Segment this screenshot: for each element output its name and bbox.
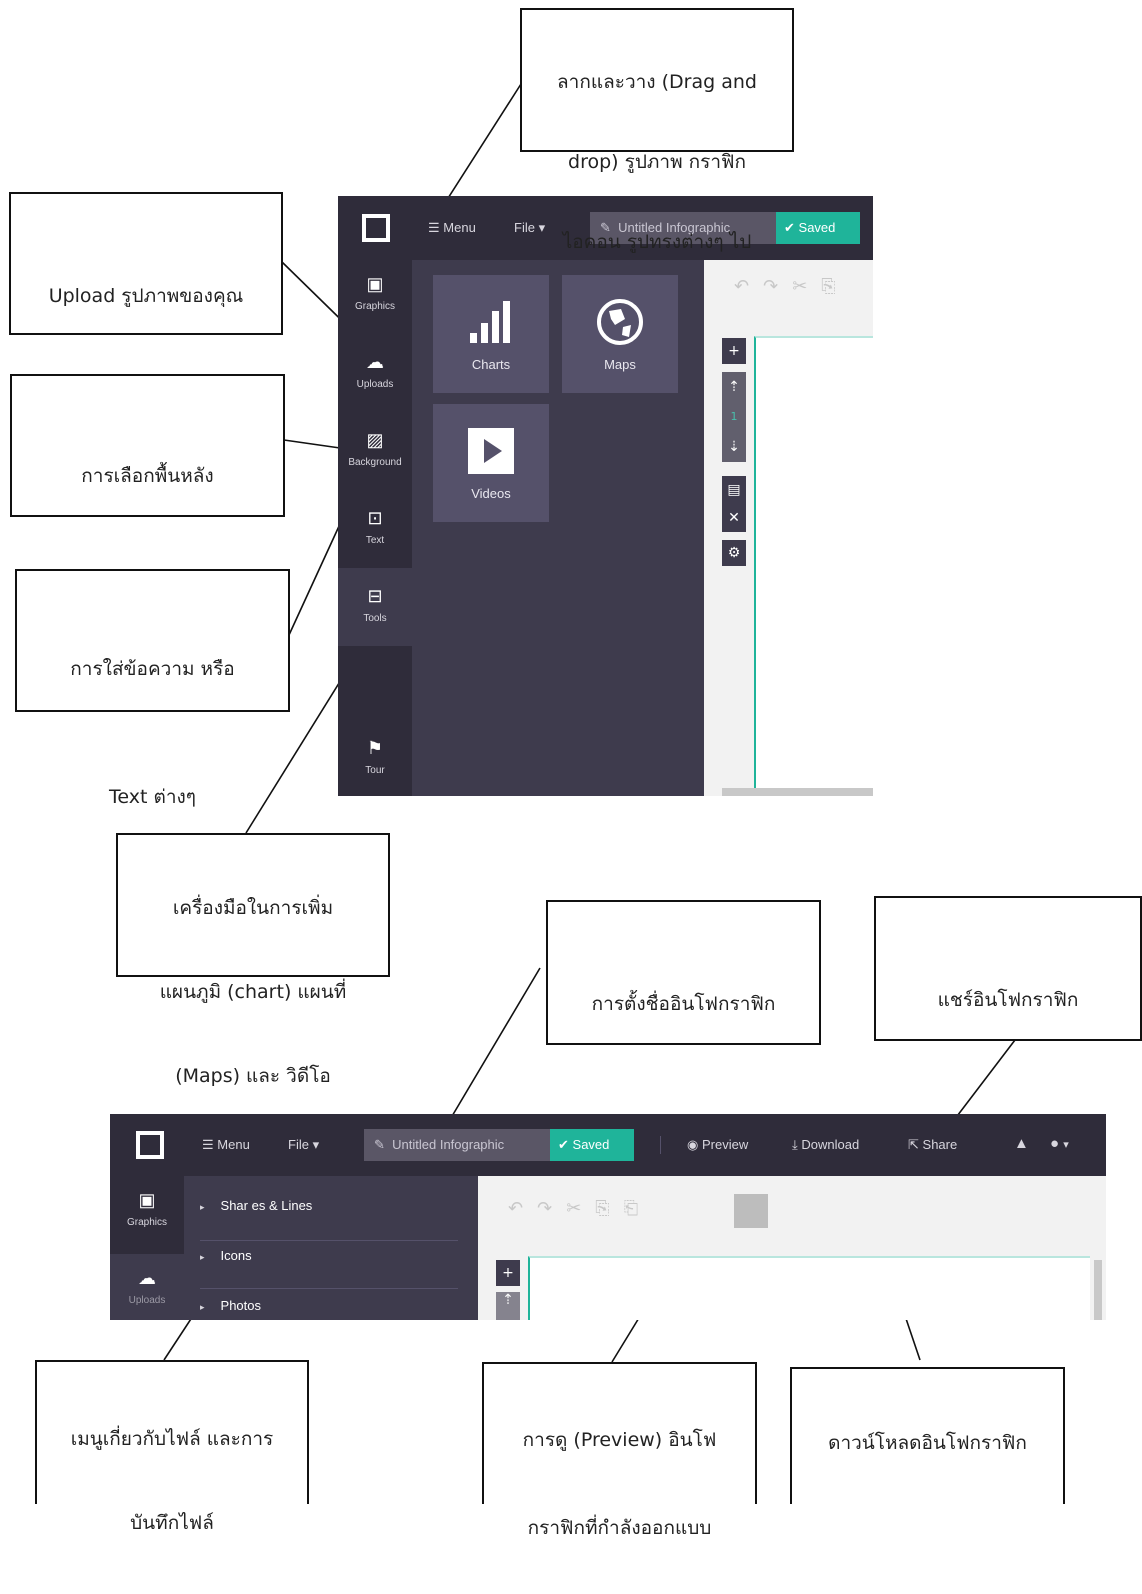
download-button[interactable]: ⤓ Download xyxy=(792,1137,859,1153)
cloud-upload-icon: ☁ xyxy=(366,352,384,372)
infographic-title-input[interactable]: ✎ Untitled Infographic xyxy=(364,1129,550,1161)
sidebar: ▣ Graphics ☁ Uploads xyxy=(110,1176,184,1320)
delete-icon[interactable]: ✕ xyxy=(722,504,746,532)
menu-button[interactable]: ☰ Menu xyxy=(428,220,476,236)
arrow-down-icon[interactable]: ⇣ xyxy=(722,432,746,462)
paste-icon[interactable]: ⎗ xyxy=(624,1198,652,1219)
file-menu-button[interactable]: File ▾ xyxy=(288,1137,319,1153)
share-icon: ⇱ xyxy=(908,1137,919,1152)
signpost-icon: ⚑ xyxy=(366,738,384,758)
callout-file-menu: เมนูเกี่ยวกับไฟล์ และการ บันทึกไฟล์ xyxy=(35,1360,309,1534)
image-icon: ▣ xyxy=(138,1190,156,1210)
user-menu-button[interactable]: ● ▾ xyxy=(1050,1135,1069,1152)
hamburger-icon: ☰ xyxy=(202,1137,214,1152)
add-block-button[interactable]: + xyxy=(496,1260,520,1286)
caret-right-icon: ▸ xyxy=(200,1302,205,1312)
sidebar-item-uploads[interactable]: ☁ Uploads xyxy=(338,352,412,390)
check-icon: ✔ xyxy=(558,1137,569,1152)
sidebar-item-text[interactable]: ⊡ Text xyxy=(338,508,412,546)
cut-icon[interactable]: ✂ xyxy=(792,276,821,297)
pencil-icon: ✎ xyxy=(374,1137,385,1152)
callout-upload: Upload รูปภาพของคุณ xyxy=(9,192,283,335)
panel-row-icons[interactable]: ▸ Icons xyxy=(200,1248,458,1289)
cut-icon[interactable]: ✂ xyxy=(566,1198,595,1219)
callout-download: ดาวน์โหลดอินโฟกราฟิก xyxy=(790,1367,1065,1504)
edit-toolbar: ↶↷✂⎘⎗ xyxy=(508,1198,652,1219)
saved-status-button[interactable]: ✔ Saved xyxy=(550,1129,634,1161)
canvas-page[interactable] xyxy=(528,1256,1090,1320)
notification-bell-icon[interactable]: ▲ xyxy=(1014,1135,1029,1152)
callout-background: การเลือกพื้นหลัง xyxy=(10,374,285,517)
undo-icon[interactable]: ↶ xyxy=(508,1198,537,1219)
hatch-icon: ▨ xyxy=(366,430,384,450)
app-logo-icon xyxy=(362,214,390,242)
preview-button[interactable]: ◉ Preview xyxy=(687,1137,748,1153)
image-icon: ▣ xyxy=(366,274,384,294)
panel-row-photos[interactable]: ▸ Photos xyxy=(200,1298,458,1320)
callout-tools: เครื่องมือในการเพิ่ม แผนภูมิ (chart) แผน… xyxy=(116,833,390,1087)
add-block-button[interactable]: + xyxy=(722,338,746,364)
eye-icon: ◉ xyxy=(687,1137,699,1152)
vertical-scrollbar[interactable] xyxy=(1094,1260,1102,1320)
block-move-controls[interactable]: ⇡ 1 ⇣ xyxy=(722,372,746,462)
sidebar-item-uploads[interactable]: ☁ Uploads xyxy=(110,1254,184,1320)
download-icon: ⤓ xyxy=(792,1137,798,1152)
play-icon xyxy=(433,426,549,486)
saved-status-button[interactable]: ✔ Saved xyxy=(776,212,860,244)
layer-toggle-button[interactable] xyxy=(734,1194,768,1228)
horizontal-scrollbar[interactable] xyxy=(722,788,873,796)
arrow-up-icon[interactable]: ⇡ xyxy=(722,372,746,402)
settings-icon[interactable]: ⚙ xyxy=(722,540,746,566)
callout-preview: การดู (Preview) อินโฟ กราฟิกที่กำลังออกแ… xyxy=(482,1362,757,1539)
sidebar-item-graphics[interactable]: ▣ Graphics xyxy=(110,1190,184,1228)
text-box-icon: ⊡ xyxy=(367,508,383,528)
tile-videos[interactable]: Videos xyxy=(433,404,549,522)
canvas-area: ↶↷✂⎘⎗ + ⇡ xyxy=(478,1176,1106,1320)
sidebar-item-graphics[interactable]: ▣ Graphics xyxy=(338,274,412,312)
chevron-down-icon: ▾ xyxy=(312,1137,320,1152)
editor-screenshot-header: ☰ Menu File ▾ ✎ Untitled Infographic ✔ S… xyxy=(110,1114,1106,1320)
duplicate-icon[interactable]: ▤ xyxy=(722,476,746,504)
user-icon: ● xyxy=(1050,1135,1060,1152)
callout-share: แชร์อินโฟกราฟิก xyxy=(874,896,1142,1041)
menu-button[interactable]: ☰ Menu xyxy=(202,1137,250,1153)
cloud-upload-icon: ☁ xyxy=(138,1268,156,1288)
hamburger-icon: ☰ xyxy=(428,220,440,235)
globe-icon xyxy=(562,297,678,357)
sidebar-item-tour[interactable]: ⚑ Tour xyxy=(338,738,412,776)
sidebar-item-background[interactable]: ▨ Background xyxy=(338,430,412,468)
sidebar: ▣ Graphics ☁ Uploads ▨ Background ⊡ Text ⊟ To… xyxy=(338,260,412,796)
block-actions: ▤ ✕ xyxy=(722,476,746,532)
sidebar-item-tools[interactable]: ⊟ Tools xyxy=(338,568,412,646)
arrow-up-icon[interactable]: ⇡ xyxy=(496,1292,520,1320)
caret-right-icon: ▸ xyxy=(200,1252,205,1262)
check-icon: ✔ xyxy=(784,220,795,235)
share-button[interactable]: ⇱ Share xyxy=(908,1137,957,1153)
chevron-down-icon: ▾ xyxy=(1063,1139,1069,1151)
toolbox-icon: ⊟ xyxy=(367,586,383,606)
callout-naming: การตั้งชื่ออินโฟกราฟิก xyxy=(546,900,821,1045)
block-number: 1 xyxy=(730,410,738,423)
callout-drag-drop: ลากและวาง (Drag and drop) รูปภาพ กราฟิก … xyxy=(520,8,794,253)
divider xyxy=(660,1136,661,1154)
copy-icon[interactable]: ⎘ xyxy=(821,276,849,297)
canvas-area: ↶↷✂⎘ + ⇡ 1 ⇣ ▤ ✕ ⚙ xyxy=(704,260,873,796)
bar-chart-icon xyxy=(433,297,549,357)
canvas-page[interactable] xyxy=(754,336,873,796)
redo-icon[interactable]: ↷ xyxy=(537,1198,566,1219)
caret-right-icon: ▸ xyxy=(200,1202,205,1212)
copy-icon[interactable]: ⎘ xyxy=(595,1198,623,1219)
panel-row-shapes-lines[interactable]: ▸ Shar es & Lines xyxy=(200,1198,458,1241)
callout-text: การใส่ข้อความ หรือ Text ต่างๆ xyxy=(15,569,290,808)
